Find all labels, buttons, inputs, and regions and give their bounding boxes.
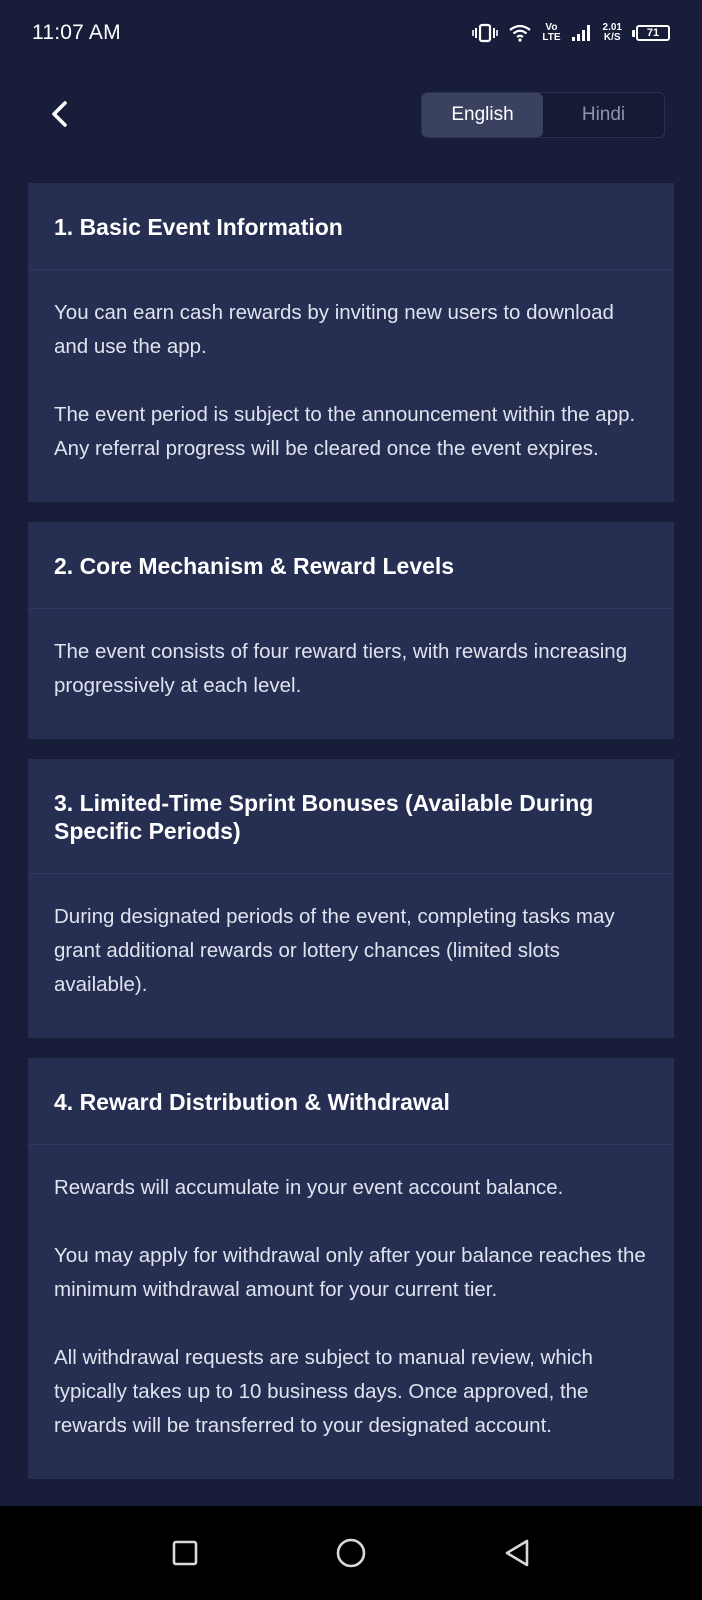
- rules-content[interactable]: 1. Basic Event Information You can earn …: [28, 183, 674, 1499]
- recent-apps-icon: [172, 1540, 198, 1566]
- signal-icon: [571, 24, 593, 42]
- section-body: Rewards will accumulate in your event ac…: [28, 1145, 674, 1479]
- header: English Hindi: [0, 90, 702, 140]
- recent-apps-button[interactable]: [102, 1538, 268, 1568]
- section-paragraph: During designated periods of the event, …: [54, 905, 615, 996]
- section-body: During designated periods of the event, …: [28, 874, 674, 1038]
- section-card: 1. Basic Event Information You can earn …: [28, 183, 674, 502]
- section-paragraph: All withdrawal requests are subject to m…: [54, 1346, 593, 1437]
- wifi-icon: [508, 23, 532, 43]
- home-icon: [336, 1538, 366, 1568]
- battery-level: 71: [636, 25, 670, 41]
- section-paragraph: Rewards will accumulate in your event ac…: [54, 1176, 564, 1199]
- volte-indicator: Vo LTE: [542, 23, 560, 43]
- section-title: 3. Limited-Time Sprint Bonuses (Availabl…: [28, 759, 674, 874]
- section-body: The event consists of four reward tiers,…: [28, 609, 674, 739]
- status-time: 11:07 AM: [32, 21, 121, 44]
- section-body: You can earn cash rewards by inviting ne…: [28, 270, 674, 502]
- section-title: 2. Core Mechanism & Reward Levels: [28, 522, 674, 609]
- status-icons: Vo LTE 2.01 K/S 71: [472, 23, 670, 43]
- navigation-bar: [0, 1506, 702, 1600]
- section-paragraph: You can earn cash rewards by inviting ne…: [54, 301, 614, 358]
- back-button[interactable]: [40, 94, 80, 134]
- section-card: 2. Core Mechanism & Reward Levels The ev…: [28, 522, 674, 739]
- home-button[interactable]: [268, 1536, 434, 1570]
- vibrate-icon: [472, 23, 499, 43]
- status-bar: 11:07 AM Vo LTE 2.01 K/S 71: [0, 0, 702, 66]
- section-card: 3. Limited-Time Sprint Bonuses (Availabl…: [28, 759, 674, 1038]
- section-title: 4. Reward Distribution & Withdrawal: [28, 1058, 674, 1145]
- network-speed: 2.01 K/S: [603, 23, 622, 43]
- volte-bottom: LTE: [542, 32, 561, 43]
- battery-icon: 71: [632, 25, 670, 41]
- back-nav-icon: [505, 1539, 529, 1567]
- section-paragraph: The event period is subject to the annou…: [54, 403, 636, 460]
- chevron-left-icon: [52, 101, 67, 127]
- screen: 11:07 AM Vo LTE 2.01 K/S 71 English Hind…: [0, 0, 702, 1600]
- battery-nub: [632, 29, 635, 37]
- speed-unit: K/S: [603, 32, 621, 43]
- back-nav-button[interactable]: [434, 1537, 600, 1569]
- language-option-english[interactable]: English: [422, 93, 543, 137]
- language-toggle: English Hindi: [421, 92, 665, 138]
- section-title: 1. Basic Event Information: [28, 183, 674, 270]
- section-paragraph: You may apply for withdrawal only after …: [54, 1244, 646, 1301]
- section-paragraph: The event consists of four reward tiers,…: [54, 640, 628, 697]
- language-option-hindi[interactable]: Hindi: [543, 93, 664, 137]
- section-card: 4. Reward Distribution & Withdrawal Rewa…: [28, 1058, 674, 1479]
